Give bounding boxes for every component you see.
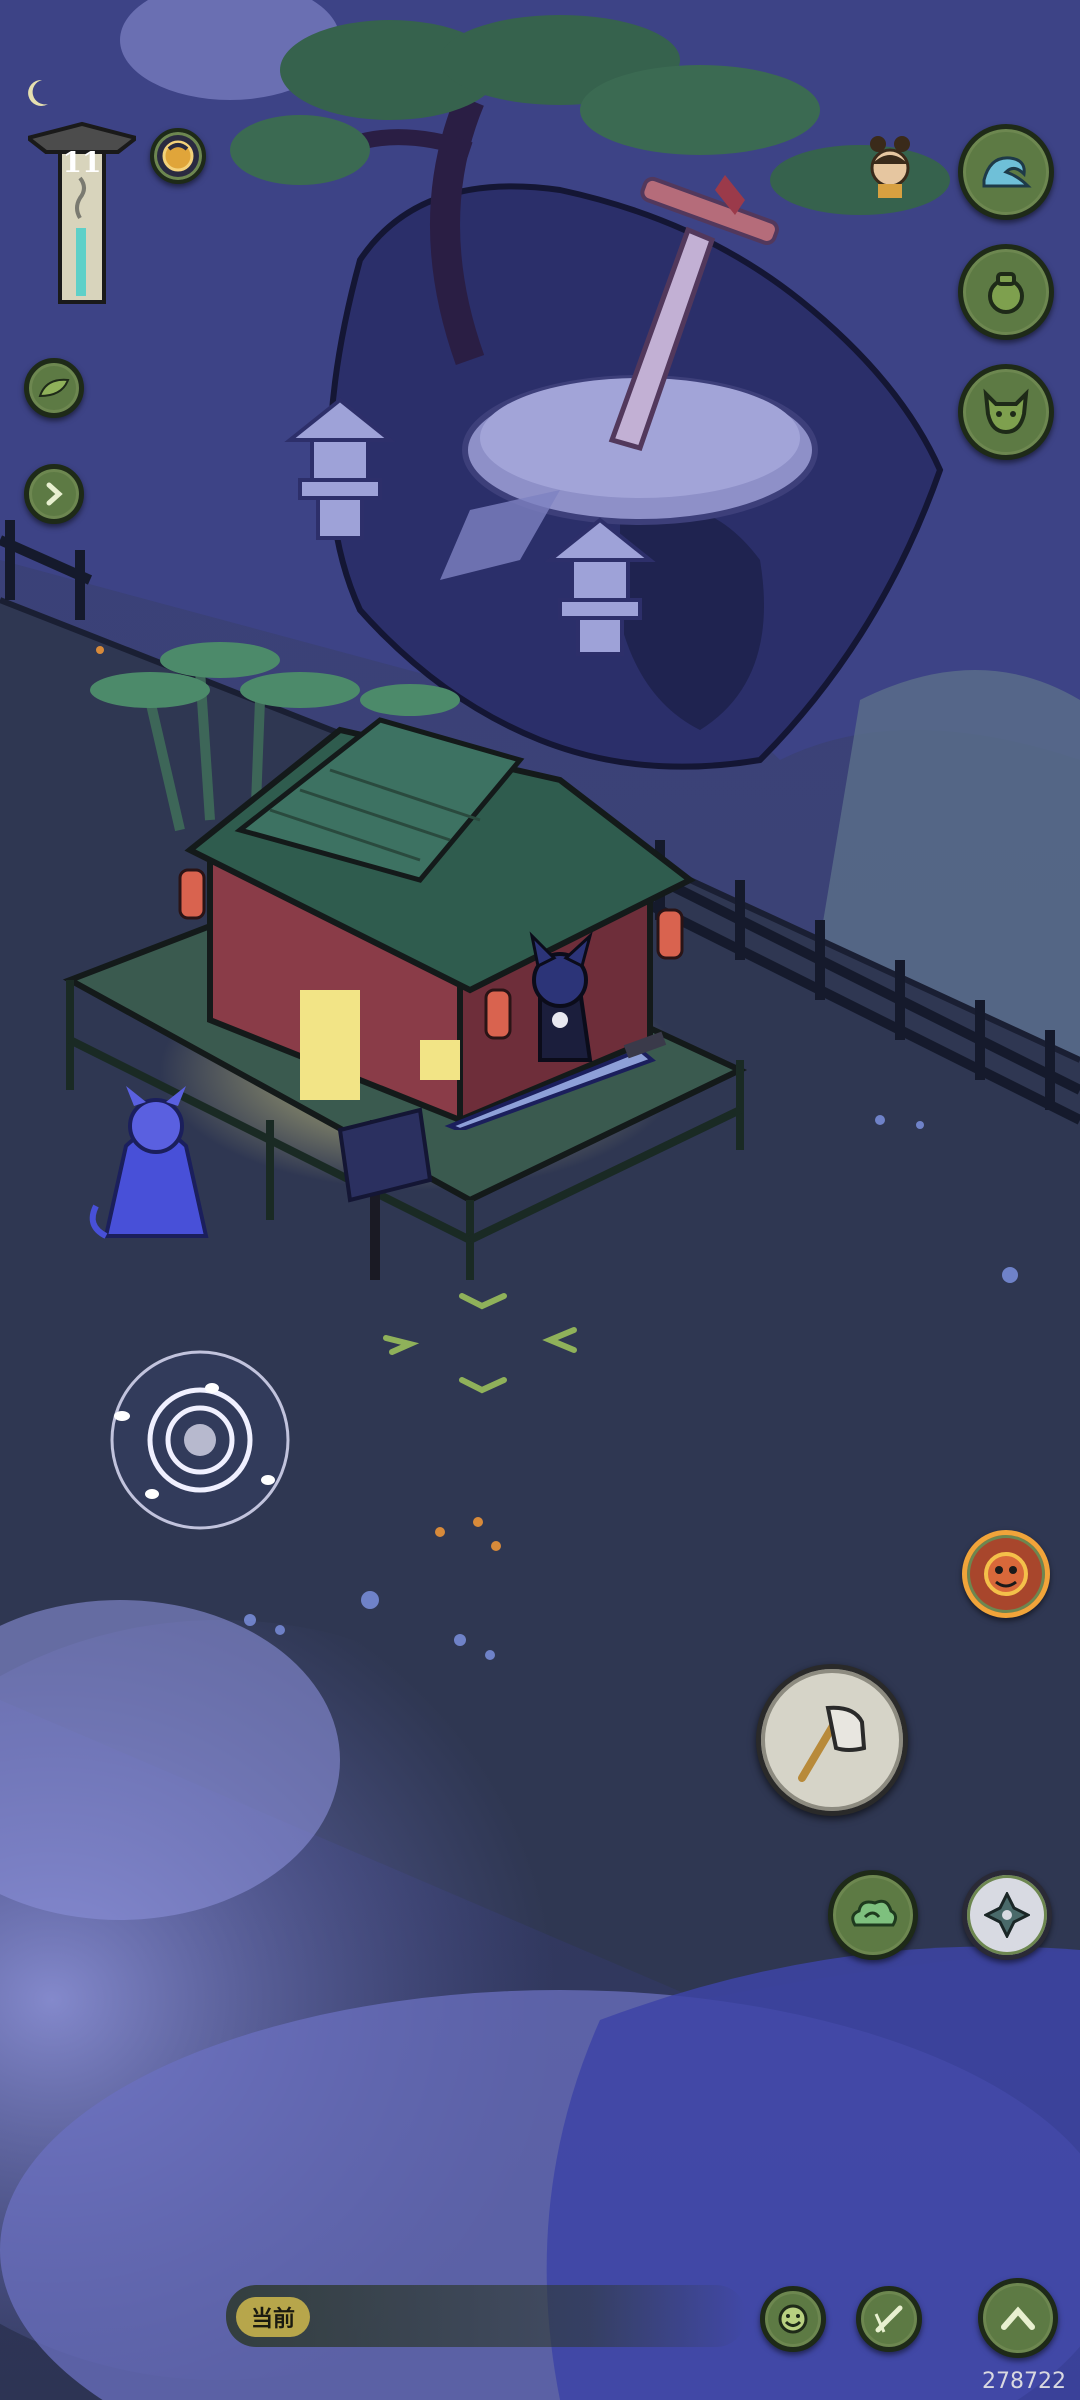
demon-mask-icon	[983, 388, 1029, 435]
player-level: 11	[62, 146, 102, 179]
shuriken-skill-button[interactable]	[962, 1870, 1052, 1960]
character-portrait-icon	[870, 136, 910, 198]
chevron-right-icon	[46, 482, 63, 506]
brush-note-icon	[874, 2305, 903, 2333]
leaf-button[interactable]	[24, 358, 84, 418]
sun-moon-orb-button[interactable]	[150, 128, 206, 184]
blue-spirit-npc[interactable]	[86, 1076, 226, 1246]
expand-up-button[interactable]	[978, 2278, 1058, 2358]
virtual-joystick[interactable]	[108, 1348, 292, 1532]
gourd-bag-button[interactable]	[958, 244, 1054, 340]
axe-action-icon	[798, 1705, 867, 1782]
shuriken-skill-icon	[984, 1892, 1030, 1938]
brush-note-button[interactable]	[856, 2286, 922, 2352]
demon-mask-button[interactable]	[958, 364, 1054, 460]
axe-action-button[interactable]	[756, 1664, 908, 1816]
wave-skill-icon	[982, 156, 1032, 188]
player-character-fox-ninja[interactable]	[440, 930, 680, 1130]
lion-dance-button[interactable]	[962, 1530, 1050, 1618]
chevron-up-icon	[1001, 2306, 1035, 2330]
cloud-skill-icon	[851, 1899, 898, 1927]
gourd-bag-icon	[988, 272, 1024, 314]
joystick-ring	[110, 1350, 290, 1530]
cloud-skill-button[interactable]	[828, 1870, 918, 1960]
emoji-button[interactable]	[760, 2286, 826, 2352]
character-portrait-button[interactable]	[864, 134, 916, 198]
wave-skill-button[interactable]	[958, 124, 1054, 220]
sun-moon-orb-icon	[162, 140, 194, 172]
leaf-icon	[38, 378, 70, 398]
chat-channel-tag[interactable]: 当前	[236, 2297, 310, 2337]
crescent-moon-icon	[28, 79, 48, 106]
emoji-icon	[778, 2304, 808, 2334]
watermark-code: 278722	[982, 2369, 1066, 2394]
lion-dance-icon	[984, 1552, 1028, 1596]
expand-panel-button[interactable]	[24, 464, 84, 524]
